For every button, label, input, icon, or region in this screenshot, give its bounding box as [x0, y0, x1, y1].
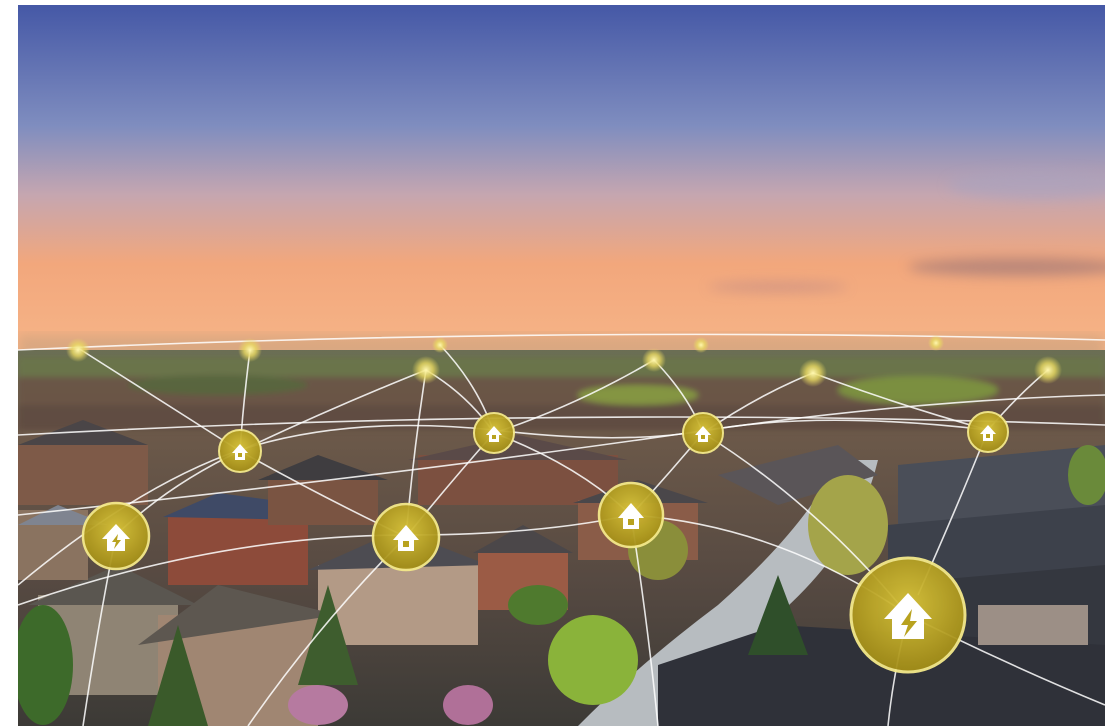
house-node-1: [218, 429, 262, 473]
house-node-2: [473, 412, 515, 454]
sky: [18, 5, 1105, 350]
house-node-5: [597, 481, 665, 549]
energy-node-3: [849, 556, 967, 674]
aerial-photo: [18, 5, 1105, 726]
energy-node-2: [371, 502, 441, 572]
energy-node-1: [81, 501, 151, 571]
house-node-3: [682, 412, 724, 454]
house-node-4: [967, 411, 1009, 453]
